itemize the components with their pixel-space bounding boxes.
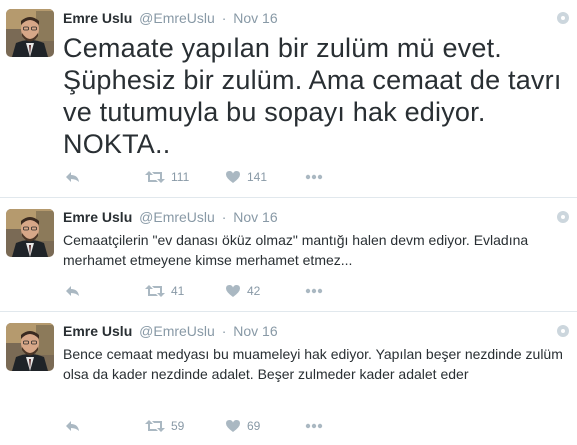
reply-button[interactable] <box>65 282 81 300</box>
retweet-count: 111 <box>171 170 190 184</box>
more-button[interactable] <box>305 417 323 435</box>
separator: · <box>221 209 227 225</box>
like-count: 42 <box>247 284 261 298</box>
author-handle[interactable]: @EmreUslu <box>139 209 215 225</box>
timestamp[interactable]: Nov 16 <box>233 323 277 339</box>
separator: · <box>221 10 227 26</box>
like-count: 141 <box>247 170 268 184</box>
heart-icon <box>225 170 241 184</box>
avatar[interactable] <box>6 9 54 57</box>
tweet-text: Cemaate yapılan bir zulüm mü evet. Şüphe… <box>63 33 562 159</box>
reply-button[interactable] <box>65 417 81 435</box>
more-icon <box>305 174 323 180</box>
timestamp[interactable]: Nov 16 <box>233 209 277 225</box>
retweet-icon <box>145 419 165 433</box>
like-button[interactable]: 42 <box>225 282 260 300</box>
tweet-header: Emre Uslu @EmreUslu · Nov 16 <box>63 323 278 339</box>
author-name[interactable]: Emre Uslu <box>63 10 132 26</box>
more-button[interactable] <box>305 168 323 186</box>
tweet-text: Bence cemaat medyası bu muameleyi hak ed… <box>63 346 563 382</box>
more-icon <box>305 288 323 294</box>
reply-icon <box>65 170 81 184</box>
retweet-button[interactable]: 111 <box>145 168 189 186</box>
like-button[interactable]: 141 <box>225 168 267 186</box>
author-handle[interactable]: @EmreUslu <box>139 10 215 26</box>
retweet-count: 59 <box>171 419 185 433</box>
tweet-text: Cemaatçilerin "ev danası öküz olmaz" man… <box>63 232 529 268</box>
tweet[interactable]: Emre Uslu @EmreUslu · Nov 16 Cemaate yap… <box>0 0 577 198</box>
tweet[interactable]: Emre Uslu @EmreUslu · Nov 16 Bence cemaa… <box>0 312 577 445</box>
reply-button[interactable] <box>65 168 81 186</box>
author-name[interactable]: Emre Uslu <box>63 209 132 225</box>
retweet-icon <box>145 170 165 184</box>
retweet-icon <box>145 284 165 298</box>
author-handle[interactable]: @EmreUslu <box>139 323 215 339</box>
separator: · <box>221 323 227 339</box>
gear-icon[interactable] <box>557 325 569 337</box>
like-count: 69 <box>247 419 261 433</box>
retweet-button[interactable]: 41 <box>145 282 184 300</box>
reply-icon <box>65 419 81 433</box>
author-name[interactable]: Emre Uslu <box>63 323 132 339</box>
more-icon <box>305 423 323 429</box>
more-button[interactable] <box>305 282 323 300</box>
reply-icon <box>65 284 81 298</box>
avatar[interactable] <box>6 209 54 257</box>
heart-icon <box>225 419 241 433</box>
retweet-button[interactable]: 59 <box>145 417 184 435</box>
timestamp[interactable]: Nov 16 <box>233 10 277 26</box>
heart-icon <box>225 284 241 298</box>
gear-icon[interactable] <box>557 211 569 223</box>
tweet[interactable]: Emre Uslu @EmreUslu · Nov 16 Cemaatçiler… <box>0 198 577 312</box>
avatar[interactable] <box>6 323 54 371</box>
like-button[interactable]: 69 <box>225 417 260 435</box>
gear-icon[interactable] <box>557 12 569 24</box>
tweet-header: Emre Uslu @EmreUslu · Nov 16 <box>63 209 278 225</box>
retweet-count: 41 <box>171 284 185 298</box>
tweet-header: Emre Uslu @EmreUslu · Nov 16 <box>63 10 278 26</box>
